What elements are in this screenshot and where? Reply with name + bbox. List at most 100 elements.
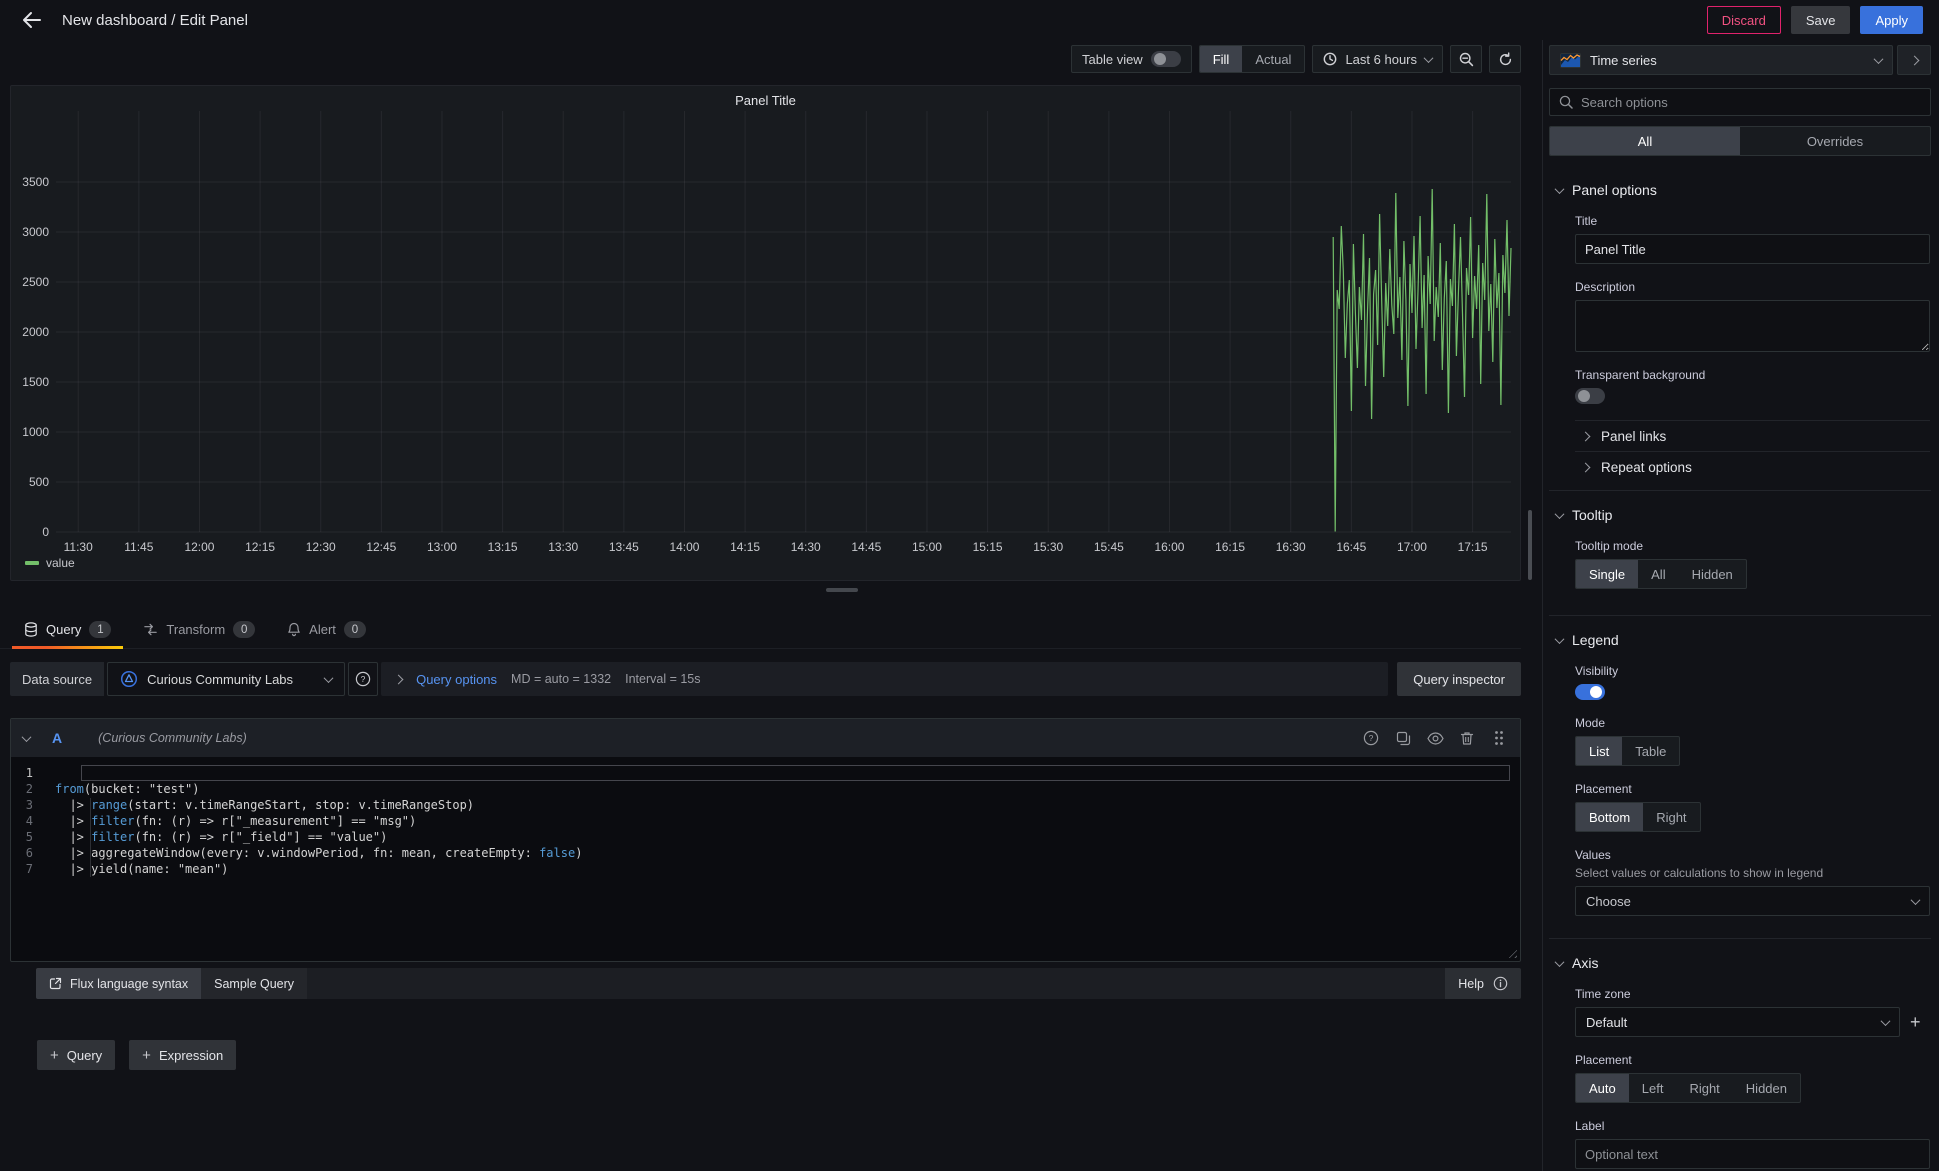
axis-timezone-select[interactable]: Default [1575,1007,1900,1037]
drag-handle-icon[interactable] [1490,729,1508,747]
query-editor-header[interactable]: A (Curious Community Labs) ? [11,719,1520,757]
legend-values-select[interactable]: Choose [1575,886,1930,916]
search-options-input[interactable] [1581,95,1921,110]
delete-query-button[interactable] [1458,729,1476,747]
plus-icon: + [50,1047,59,1064]
legend-placement-group-option-right[interactable]: Right [1643,803,1699,831]
query-help-button[interactable]: ? [1362,729,1380,747]
legend-placement-group-option-bottom[interactable]: Bottom [1576,803,1643,831]
panel-resize-handle[interactable] [826,588,858,592]
apply-button[interactable]: Apply [1860,6,1923,34]
time-range-picker[interactable]: Last 6 hours [1312,45,1443,73]
axis-placement-group-option-auto[interactable]: Auto [1576,1074,1629,1102]
code-line-2[interactable]: 2from(bucket: "test") [11,781,1520,797]
add-timezone-button[interactable]: + [1910,1012,1921,1033]
transparent-background-toggle[interactable] [1575,388,1605,404]
axis-placement-group-option-hidden[interactable]: Hidden [1733,1074,1800,1102]
visualization-picker[interactable]: Time series [1549,45,1893,75]
time-series-chart[interactable]: 050010001500200025003000350011:3011:4512… [11,86,1520,580]
flux-language-syntax-button[interactable]: Flux language syntax [36,968,201,999]
tooltip-mode-group: SingleAllHidden [1575,559,1747,589]
tab-alert[interactable]: Alert 0 [275,611,378,649]
flux-code-editor[interactable]: 12from(bucket: "test")3 |> range(start: … [11,757,1520,877]
chart-legend[interactable]: value [25,556,75,570]
query-options-link[interactable]: Query options [416,672,497,687]
datasource-picker[interactable]: Curious Community Labs [107,662,345,696]
save-button[interactable]: Save [1791,6,1851,34]
axis-label-label: Label [1575,1119,1931,1133]
axis-placement-group: AutoLeftRightHidden [1575,1073,1801,1103]
panel-title-input[interactable] [1575,234,1930,264]
code-line-6[interactable]: 6 |> aggregateWindow(every: v.windowPeri… [11,845,1520,861]
legend-swatch [25,561,39,565]
tab-query[interactable]: Query 1 [12,611,123,649]
fill-actual-group-option-fill[interactable]: Fill [1200,46,1243,72]
panel-options-section-header[interactable]: Panel options [1549,182,1931,198]
refresh-button[interactable] [1489,45,1521,73]
legend-visibility-toggle[interactable] [1575,684,1605,700]
code-line-1[interactable]: 1 [11,765,1520,781]
code-line-5[interactable]: 5 |> filter(fn: (r) => r["_field"] == "v… [11,829,1520,845]
tab-alert-label: Alert [309,622,336,637]
fill-actual-group-option-actual[interactable]: Actual [1242,46,1304,72]
tab-transform[interactable]: Transform 0 [131,611,267,649]
zoom-out-button[interactable] [1450,45,1482,73]
code-line-4[interactable]: 4 |> filter(fn: (r) => r["_measurement"]… [11,813,1520,829]
options-search-box[interactable] [1549,88,1931,116]
panel-links-row[interactable]: Panel links [1575,421,1930,451]
svg-text:?: ? [361,674,366,684]
collapse-pane-button[interactable] [1897,45,1931,75]
table-view-toggle[interactable] [1151,51,1181,67]
discard-button[interactable]: Discard [1707,6,1781,34]
tooltip-mode-group-option-hidden[interactable]: Hidden [1679,560,1746,588]
sample-query-button[interactable]: Sample Query [201,968,307,999]
axis-placement-group-option-right[interactable]: Right [1676,1074,1732,1102]
options-filter-tabs-option-all[interactable]: All [1550,127,1740,155]
legend-series-label[interactable]: value [46,556,75,570]
table-view-toggle-group[interactable]: Table view [1071,45,1192,73]
repeat-options-row[interactable]: Repeat options [1575,452,1930,482]
search-icon [1559,95,1573,109]
question-circle-icon: ? [1363,730,1379,746]
add-expression-button[interactable]: + Expression [129,1040,236,1070]
axis-section-header[interactable]: Axis [1549,955,1931,971]
tab-query-label: Query [46,622,81,637]
panel-description-textarea[interactable] [1575,300,1930,352]
help-label: Help [1458,977,1484,991]
y-tick-label: 3500 [13,175,49,189]
tooltip-mode-group-option-single[interactable]: Single [1576,560,1638,588]
x-tick-label: 15:00 [903,540,951,554]
options-filter-tabs-option-overrides[interactable]: Overrides [1740,127,1930,155]
datasource-help-button[interactable]: ? [348,662,378,696]
legend-mode-group-option-list[interactable]: List [1576,737,1622,765]
chart-svg[interactable] [11,86,1516,536]
add-query-label: Query [67,1048,102,1063]
pane-divider[interactable] [1542,40,1543,1171]
axis-label-input[interactable] [1575,1139,1930,1169]
copy-icon [1396,731,1411,746]
editor-footer: Flux language syntax Sample Query Help [36,968,1521,999]
axis-placement-group-option-left[interactable]: Left [1629,1074,1677,1102]
code-line-3[interactable]: 3 |> range(start: v.timeRangeStart, stop… [11,797,1520,813]
legend-mode-group-option-table[interactable]: Table [1622,737,1679,765]
panel-links-label: Panel links [1601,429,1666,444]
query-inspector-button[interactable]: Query inspector [1397,662,1521,696]
transparent-background-label: Transparent background [1575,368,1931,382]
legend-placement-label: Placement [1575,782,1931,796]
back-arrow-icon[interactable] [16,4,48,36]
editor-corner-resize[interactable] [1505,946,1517,958]
y-tick-label: 2500 [13,275,49,289]
axis-placement-label: Placement [1575,1053,1931,1067]
help-button[interactable]: Help [1445,968,1521,999]
tooltip-mode-group-option-all[interactable]: All [1638,560,1678,588]
query-options-bar[interactable]: Query options MD = auto = 1332 Interval … [381,662,1388,696]
x-tick-label: 17:00 [1388,540,1436,554]
duplicate-query-button[interactable] [1394,729,1412,747]
main-scrollbar-thumb[interactable] [1528,510,1532,580]
edit-tabs: Query 1 Transform 0 Alert 0 [0,611,1521,649]
hide-query-button[interactable] [1426,729,1444,747]
add-query-button[interactable]: + Query [37,1040,115,1070]
legend-section-header[interactable]: Legend [1549,632,1931,648]
code-line-7[interactable]: 7 |> yield(name: "mean") [11,861,1520,877]
tooltip-section-header[interactable]: Tooltip [1549,507,1931,523]
